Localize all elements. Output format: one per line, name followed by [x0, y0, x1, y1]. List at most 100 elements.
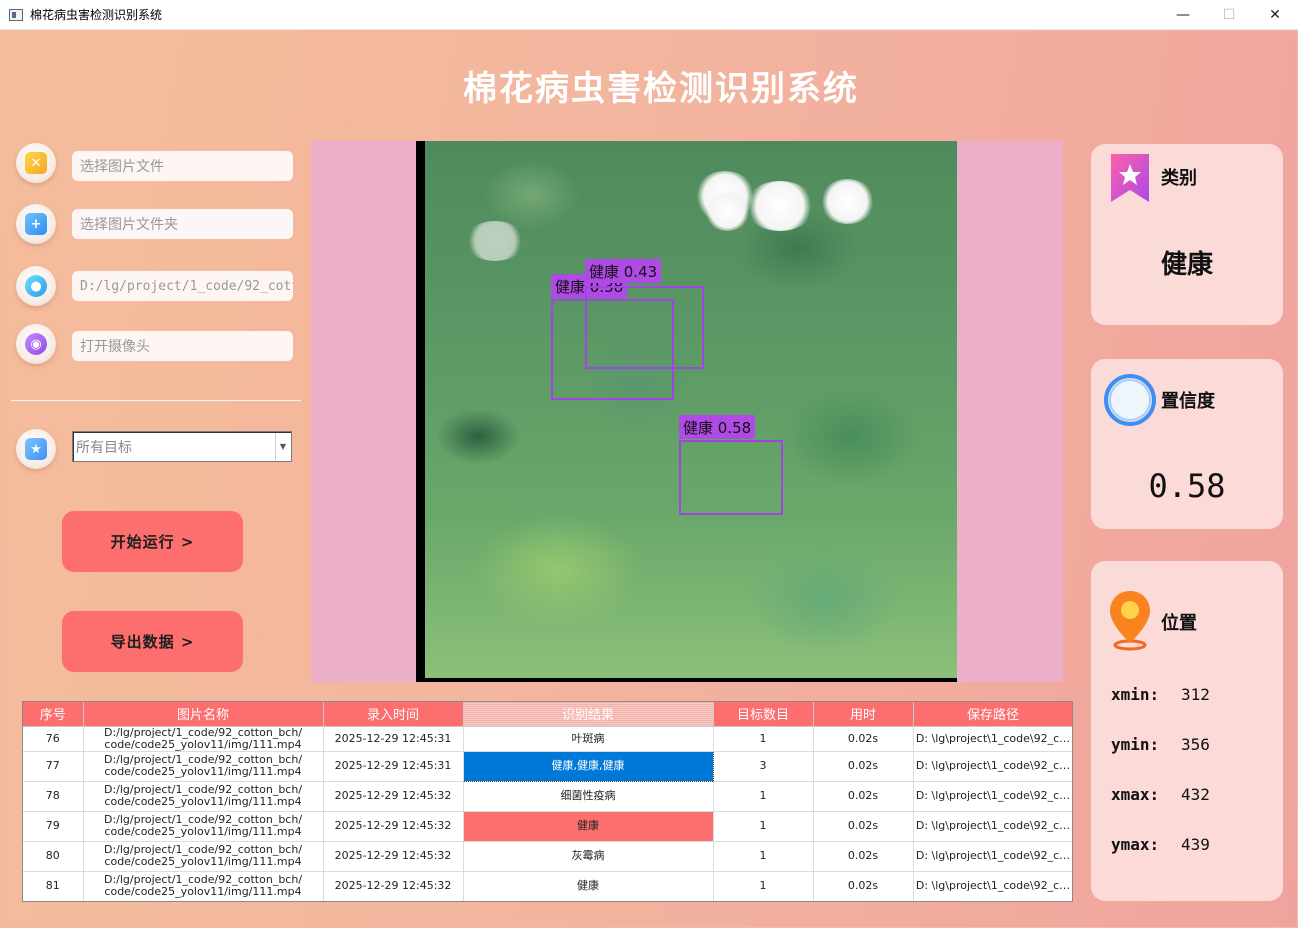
- cotton-boll: [465, 221, 525, 261]
- cell-entry-time: 2025-12-29 12:45:32: [323, 781, 464, 812]
- header-image-name[interactable]: 图片名称: [83, 702, 324, 727]
- ymax-value: 439: [1181, 835, 1210, 854]
- cell-result: 灰霉病: [463, 841, 714, 872]
- window-titlebar: 棉花病虫害检测识别系统 — ☐ ✕: [0, 0, 1298, 30]
- ymax-label: ymax:: [1111, 835, 1160, 854]
- table-row[interactable]: 80 D:/lg/project/1_code/92_cotton_bch/ c…: [23, 841, 1072, 872]
- video-file-glyph: ●: [25, 275, 47, 297]
- table-row[interactable]: 77 D:/lg/project/1_code/92_cotton_bch/ c…: [23, 750, 1072, 782]
- confidence-ring-icon: [1104, 374, 1156, 426]
- cell-target-count: 1: [713, 781, 814, 812]
- xmin-value: 312: [1181, 685, 1210, 704]
- header-result[interactable]: 识别结果: [463, 702, 714, 727]
- cell-target-count: 1: [713, 811, 814, 842]
- video-path-input[interactable]: D:/lg/project/1_code/92_cotton_bch/code/…: [72, 271, 293, 301]
- cell-result: 健康: [463, 871, 714, 901]
- position-card: 位置 xmin: 312 ymin: 356 xmax: 432 ymax: 4…: [1091, 561, 1283, 901]
- close-button[interactable]: ✕: [1252, 0, 1298, 30]
- confidence-card: 置信度 0.58: [1091, 359, 1283, 529]
- cotton-boll: [745, 181, 815, 231]
- cell-result: 细菌性疫病: [463, 781, 714, 812]
- cell-save-path: D: \lg\project\1_code\92_c…: [913, 841, 1072, 872]
- image-display-panel: 健康 0.38 健康 0.43 健康 0.58: [311, 141, 1063, 682]
- results-table-container[interactable]: 序号 图片名称 录入时间 识别结果 目标数目 用时 保存路径 76 D:/lg/…: [22, 701, 1073, 902]
- class-value: 健康: [1160, 250, 1213, 280]
- bookmark-star-icon: [1111, 154, 1149, 202]
- cell-entry-time: 2025-12-29 12:45:32: [323, 811, 464, 842]
- ymin-row: ymin: 356: [1111, 735, 1210, 754]
- cell-result: 叶斑病: [463, 726, 714, 752]
- cell-index: 76: [23, 726, 84, 752]
- detection-box: [679, 440, 783, 515]
- app-title: 棉花病虫害检测识别系统: [463, 69, 859, 109]
- cell-elapsed: 0.02s: [813, 751, 914, 782]
- target-tag-icon: ★: [16, 429, 56, 469]
- cell-entry-time: 2025-12-29 12:45:32: [323, 841, 464, 872]
- table-row[interactable]: 76 D:/lg/project/1_code/92_cotton_bch/ c…: [23, 726, 1072, 752]
- left-divider: [11, 400, 301, 401]
- table-row[interactable]: 78 D:/lg/project/1_code/92_cotton_bch/ c…: [23, 781, 1072, 812]
- cell-entry-time: 2025-12-29 12:45:31: [323, 751, 464, 782]
- image-file-input[interactable]: 选择图片文件: [72, 151, 293, 181]
- cell-save-path: D: \lg\project\1_code\92_c…: [913, 871, 1072, 901]
- class-card: 类别 健康: [1091, 144, 1283, 325]
- window-controls: — ☐ ✕: [1160, 0, 1298, 30]
- cell-entry-time: 2025-12-29 12:45:31: [323, 726, 464, 752]
- app-client-area: 棉花病虫害检测识别系统 ✕ 选择图片文件 + 选择图片文件夹 ● D:/lg/p…: [1, 31, 1297, 927]
- app-window-icon: [9, 8, 23, 21]
- header-elapsed[interactable]: 用时: [813, 702, 914, 727]
- image-file-icon[interactable]: ✕: [16, 143, 56, 183]
- header-target-count[interactable]: 目标数目: [713, 702, 814, 727]
- cell-index: 77: [23, 751, 84, 782]
- xmax-value: 432: [1181, 785, 1210, 804]
- target-select[interactable]: 所有目标 ▼: [72, 431, 292, 462]
- cell-elapsed: 0.02s: [813, 871, 914, 901]
- camera-input[interactable]: 打开摄像头: [72, 331, 293, 361]
- cell-entry-time: 2025-12-29 12:45:32: [323, 871, 464, 901]
- ymax-row: ymax: 439: [1111, 835, 1210, 854]
- cell-elapsed: 0.02s: [813, 841, 914, 872]
- header-index[interactable]: 序号: [23, 702, 84, 727]
- cell-elapsed: 0.02s: [813, 726, 914, 752]
- table-row[interactable]: 81 D:/lg/project/1_code/92_cotton_bch/ c…: [23, 871, 1072, 901]
- xmin-row: xmin: 312: [1111, 685, 1210, 704]
- maximize-button[interactable]: ☐: [1206, 0, 1252, 30]
- cell-image-name: D:/lg/project/1_code/92_cotton_bch/ code…: [83, 726, 324, 752]
- start-button[interactable]: 开始运行 >: [62, 511, 243, 572]
- image-folder-input[interactable]: 选择图片文件夹: [72, 209, 293, 239]
- confidence-title: 置信度: [1161, 391, 1215, 412]
- ymin-label: ymin:: [1111, 735, 1160, 754]
- export-button[interactable]: 导出数据 >: [62, 611, 243, 672]
- cotton-boll: [820, 179, 875, 224]
- cell-image-name: D:/lg/project/1_code/92_cotton_bch/ code…: [83, 871, 324, 901]
- image-frame: 健康 0.38 健康 0.43 健康 0.58: [416, 141, 957, 682]
- ymin-value: 356: [1181, 735, 1210, 754]
- cell-result-selected[interactable]: 健康,健康,健康: [462, 750, 714, 782]
- target-select-value: 所有目标: [76, 439, 132, 456]
- cell-save-path: D: \lg\project\1_code\92_c…: [913, 811, 1072, 842]
- cell-target-count: 1: [713, 726, 814, 752]
- cell-target-count: 3: [713, 751, 814, 782]
- cell-image-name: D:/lg/project/1_code/92_cotton_bch/ code…: [83, 781, 324, 812]
- minimize-button[interactable]: —: [1160, 0, 1206, 30]
- cell-index: 80: [23, 841, 84, 872]
- cell-index: 79: [23, 811, 84, 842]
- chevron-down-icon[interactable]: ▼: [275, 433, 290, 460]
- class-title: 类别: [1161, 168, 1197, 189]
- cell-index: 81: [23, 871, 84, 901]
- image-file-glyph: ✕: [25, 152, 47, 174]
- cell-save-path: D: \lg\project\1_code\92_c…: [913, 726, 1072, 752]
- video-file-icon[interactable]: ●: [16, 266, 56, 306]
- cell-save-path: D: \lg\project\1_code\92_c…: [913, 751, 1072, 782]
- header-entry-time[interactable]: 录入时间: [323, 702, 464, 727]
- image-folder-icon[interactable]: +: [16, 204, 56, 244]
- header-save-path[interactable]: 保存路径: [913, 702, 1072, 727]
- image-folder-glyph: +: [25, 213, 47, 235]
- cell-elapsed: 0.02s: [813, 781, 914, 812]
- cell-elapsed: 0.02s: [813, 811, 914, 842]
- detection-box: [585, 286, 704, 369]
- cell-image-name: D:/lg/project/1_code/92_cotton_bch/ code…: [83, 841, 324, 872]
- detection-label: 健康 0.43: [585, 259, 662, 283]
- table-row[interactable]: 79 D:/lg/project/1_code/92_cotton_bch/ c…: [23, 811, 1072, 842]
- camera-icon[interactable]: ◉: [16, 324, 56, 364]
